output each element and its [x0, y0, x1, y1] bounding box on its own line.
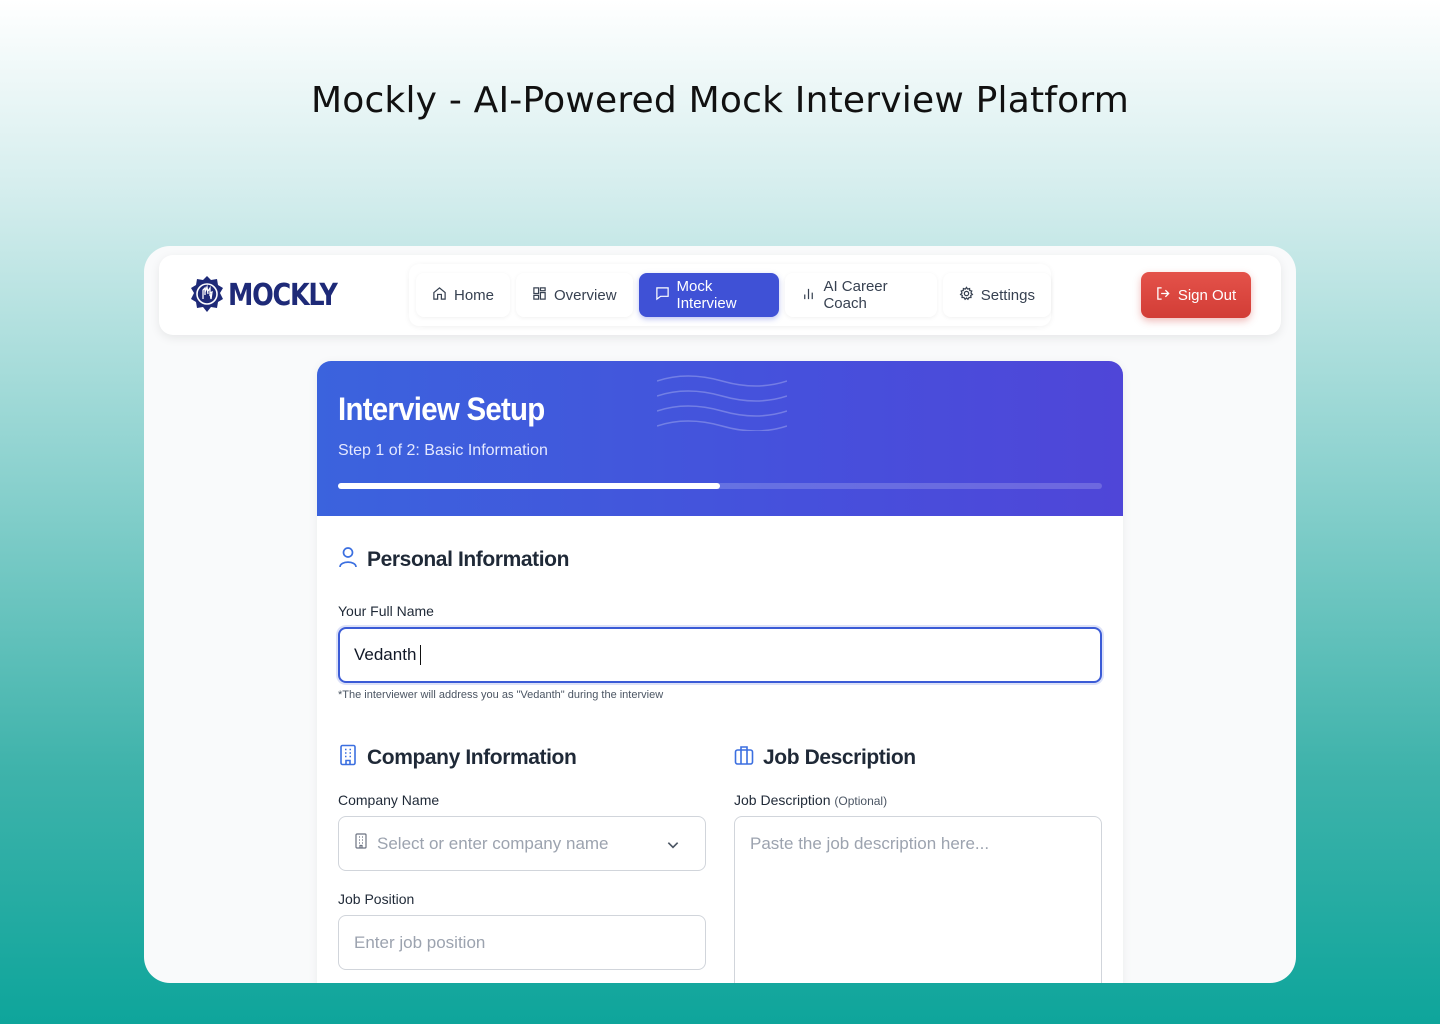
setup-progress-bar — [338, 483, 1102, 489]
job-description-textarea[interactable]: Paste the job description here... — [734, 816, 1102, 983]
sign-out-button[interactable]: Sign Out — [1141, 272, 1251, 318]
company-name-select[interactable]: Select or enter company name — [338, 816, 706, 871]
app-window: MOCKLY Home Overview Mock Interview AI C… — [144, 246, 1296, 983]
grid-icon — [532, 286, 547, 305]
section-title-label: Personal Information — [367, 548, 570, 571]
company-name-label: Company Name — [338, 792, 440, 808]
nav-label: Overview — [554, 286, 617, 304]
setup-progress-fill — [338, 483, 720, 489]
bar-chart-icon — [801, 286, 816, 305]
home-icon — [432, 286, 447, 305]
logo-badge-icon — [190, 275, 224, 315]
setup-header: Interview Setup Step 1 of 2: Basic Infor… — [317, 361, 1123, 516]
nav-item-overview[interactable]: Overview — [516, 273, 633, 317]
brand-logo[interactable]: MOCKLY — [190, 275, 356, 315]
section-title-label: Company Information — [367, 746, 577, 769]
building-small-icon — [354, 833, 377, 854]
nav-item-ai-career-coach[interactable]: AI Career Coach — [785, 273, 937, 317]
nav-label: Home — [454, 286, 495, 304]
job-position-placeholder: Enter job position — [354, 932, 486, 952]
nav-label: Settings — [980, 286, 1035, 304]
nav-label: Mock Interview — [676, 278, 737, 312]
interview-setup-card: Interview Setup Step 1 of 2: Basic Infor… — [317, 361, 1123, 983]
nav-item-home[interactable]: Home — [416, 273, 511, 317]
job-description-label-text: Job Description — [734, 792, 831, 808]
job-description-heading: Job Description — [734, 744, 916, 772]
setup-step: Step 1 of 2: Basic Information — [338, 442, 548, 459]
company-info-heading: Company Information — [338, 744, 577, 772]
sign-out-label: Sign Out — [1177, 286, 1237, 304]
full-name-label: Your Full Name — [338, 603, 434, 619]
message-icon — [655, 286, 670, 305]
personal-info-heading: Personal Information — [338, 546, 569, 574]
top-navbar: MOCKLY Home Overview Mock Interview AI C… — [159, 255, 1281, 335]
full-name-value: Vedanth — [354, 645, 417, 664]
building-icon — [338, 744, 358, 772]
full-name-input[interactable]: Vedanth — [338, 627, 1102, 683]
gear-icon — [959, 285, 974, 305]
page-heading: Mockly - AI-Powered Mock Interview Platf… — [310, 80, 1130, 121]
nav-item-mock-interview[interactable]: Mock Interview — [638, 273, 780, 317]
name-hint: *The interviewer will address you as "Ve… — [338, 689, 664, 701]
job-description-placeholder: Paste the job description here... — [750, 834, 990, 853]
chevron-down-icon — [667, 842, 679, 849]
setup-title: Interview Setup — [338, 391, 545, 427]
job-position-input[interactable]: Enter job position — [338, 915, 706, 970]
text-caret — [420, 645, 422, 665]
main-nav: Home Overview Mock Interview AI Career C… — [409, 264, 1051, 326]
briefcase-icon — [734, 744, 754, 772]
company-name-placeholder: Select or enter company name — [377, 833, 609, 853]
optional-tag: (Optional) — [834, 794, 888, 808]
brand-name: MOCKLY — [228, 277, 338, 313]
nav-item-settings[interactable]: Settings — [942, 273, 1051, 317]
job-position-label: Job Position — [338, 891, 415, 907]
job-description-label: Job Description (Optional) — [734, 792, 887, 808]
nav-label: AI Career Coach — [823, 278, 888, 312]
user-icon — [338, 546, 358, 574]
logout-icon — [1156, 286, 1171, 305]
section-title-label: Job Description — [763, 746, 916, 769]
